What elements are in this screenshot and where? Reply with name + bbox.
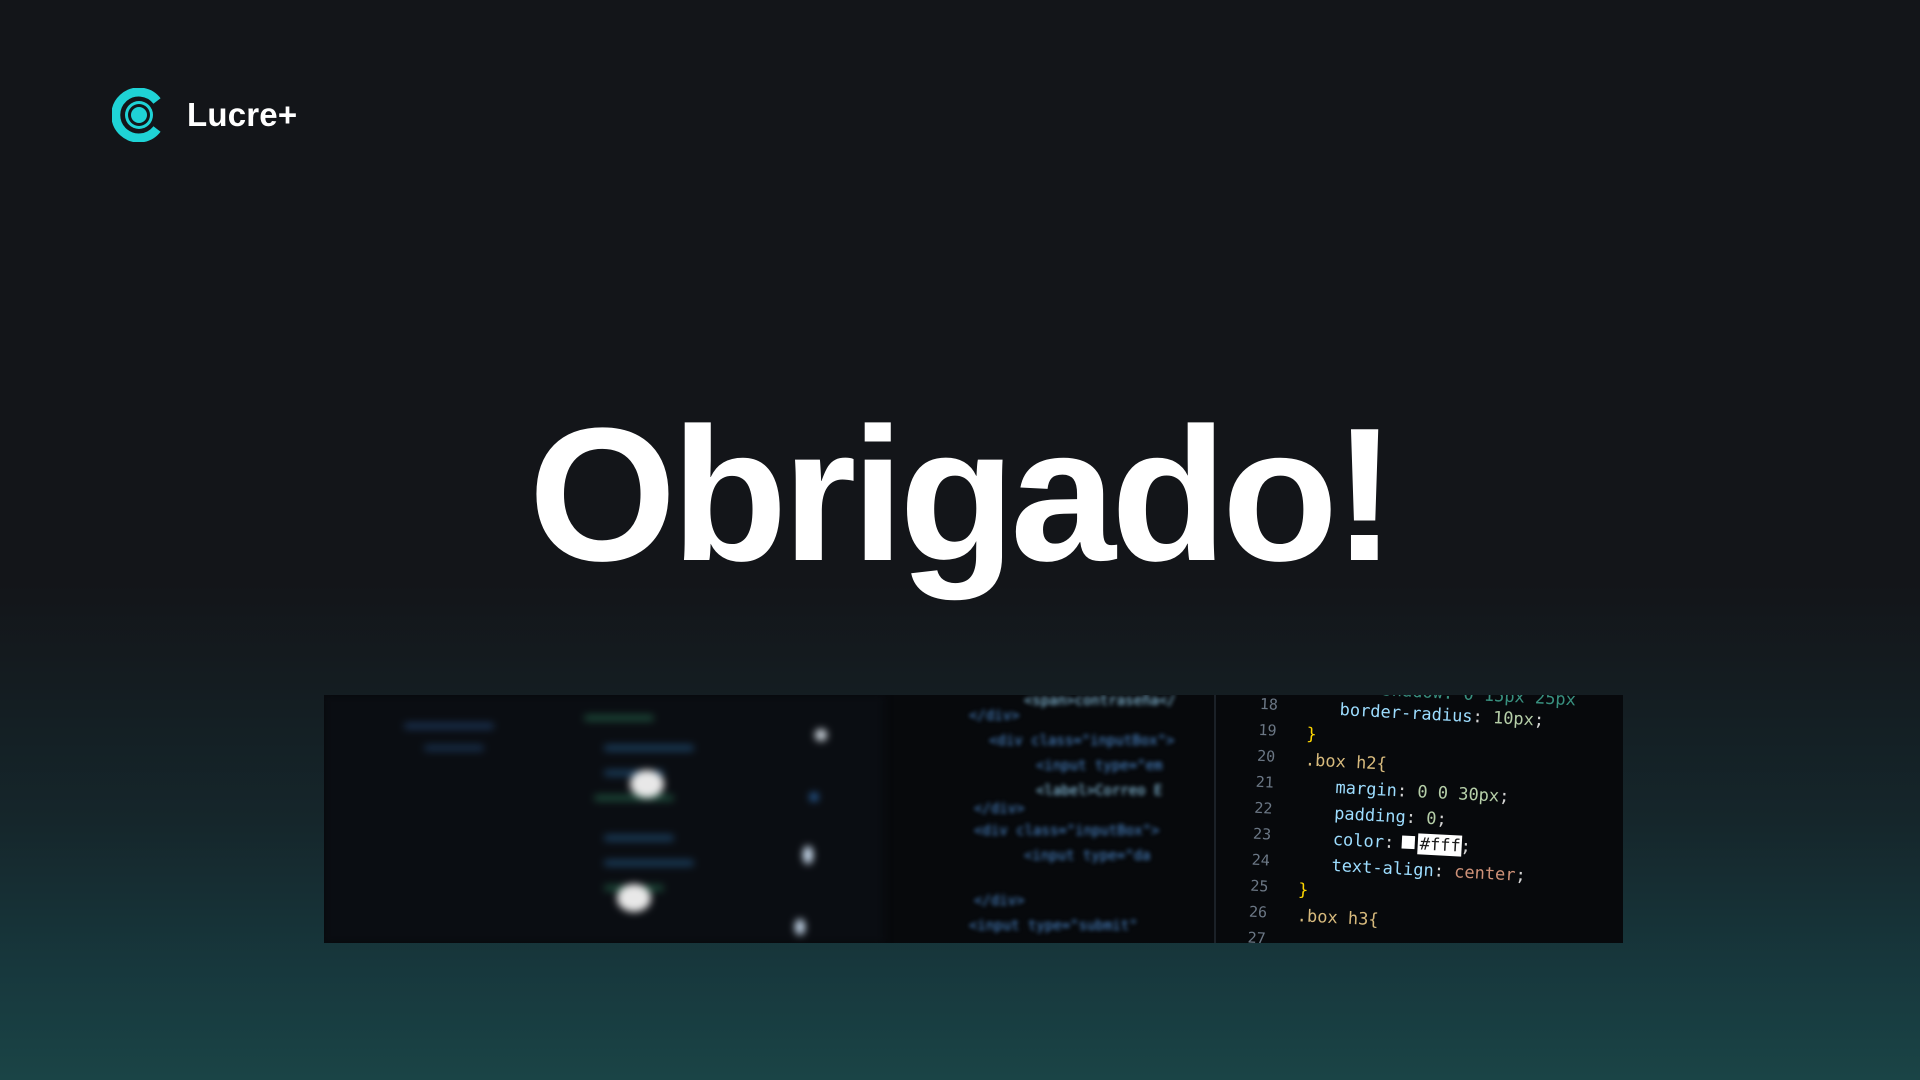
line-number: 26 (1249, 903, 1268, 922)
html-code-pane: <span>contraseña</ </div> <div class="in… (969, 695, 1176, 934)
code-line: </div> (969, 708, 1020, 724)
css-brace: } (1306, 724, 1317, 745)
lucre-logo-icon (112, 88, 161, 142)
css-declaration: padding: 0; (1334, 804, 1448, 830)
line-number: 22 (1254, 799, 1273, 818)
blurred-left-area (324, 695, 884, 943)
line-number: 23 (1253, 825, 1272, 844)
line-number: 25 (1250, 877, 1269, 896)
line-number: 27 (1247, 929, 1266, 943)
code-line: <div class="inputBox"> (989, 733, 1174, 749)
css-brace: } (1298, 880, 1309, 901)
thank-you-heading: Obrigado! (528, 389, 1397, 601)
code-line: <input type="submit" (969, 918, 1138, 934)
line-number: 21 (1255, 773, 1274, 792)
css-selector: .box h3{ (1296, 906, 1379, 930)
brand: Lucre+ (112, 88, 297, 142)
code-editor-photo: <span>contraseña</ </div> <div class="in… (324, 695, 1576, 943)
code-line: </div> (974, 893, 1025, 909)
code-screenshot-image: <span>contraseña</ </div> <div class="in… (324, 695, 1623, 943)
line-number: 18 (1259, 695, 1278, 714)
code-line: <span>contraseña</ (1024, 695, 1176, 709)
code-line: <input type="em (1036, 758, 1162, 774)
css-declaration: color: #fff; (1332, 830, 1471, 857)
code-line: <label>Correo E (1036, 783, 1162, 799)
line-numbers: 18 19 20 21 22 23 24 25 26 27 (1247, 695, 1278, 943)
code-line: <div class="inputBox"> (974, 823, 1159, 839)
css-declaration: margin: 0 0 30px; (1335, 778, 1510, 807)
css-selector: .box h2{ (1304, 750, 1387, 774)
css-code-pane: 18 19 20 21 22 23 24 25 26 27 box-shadow… (1247, 695, 1576, 943)
css-declaration: text-align: center; (1331, 856, 1526, 886)
line-number: 20 (1257, 747, 1276, 766)
code-line: </div> (974, 801, 1025, 817)
code-line: <input type="da (1024, 848, 1150, 864)
pane-divider (1214, 695, 1216, 943)
line-number: 19 (1258, 721, 1277, 740)
line-number: 24 (1251, 851, 1270, 870)
brand-name: Lucre+ (187, 96, 298, 133)
